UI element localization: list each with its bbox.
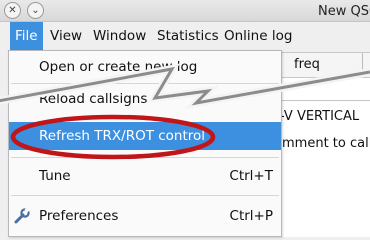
menu-file[interactable]: File: [10, 22, 43, 50]
column-separator[interactable]: [362, 53, 363, 77]
menu-item-shortcut: Ctrl+P: [229, 208, 273, 224]
menu-online-log[interactable]: Online log: [219, 22, 297, 50]
wrench-icon: [14, 208, 30, 224]
table-header: freq: [282, 52, 370, 78]
menu-item-preferences[interactable]: Preferences Ctrl+P: [9, 202, 281, 230]
menu-bar: File View Window Statistics Online log: [0, 22, 370, 50]
menu-item-refresh-trx-rot[interactable]: Refresh TRX/ROT control: [9, 122, 281, 150]
table-cell[interactable]: mment to calls: [282, 136, 370, 151]
window-title: New QSO: [318, 4, 370, 19]
menu-item-shortcut: Ctrl+T: [229, 168, 273, 184]
menu-separator: [11, 195, 279, 196]
menu-separator: [11, 83, 279, 84]
window-titlebar: ✕ ⌄ New QSO: [0, 0, 370, 22]
column-header-freq[interactable]: freq: [294, 57, 320, 72]
menu-view[interactable]: View: [45, 22, 87, 50]
menu-item-reload-callsigns[interactable]: Reload callsigns: [9, 85, 281, 113]
menu-item-open-log[interactable]: Open or create new log: [9, 53, 281, 81]
menu-item-label: Reload callsigns: [39, 91, 148, 107]
file-dropdown-menu: Open or create new log Reload callsigns …: [8, 50, 282, 237]
window-close-button[interactable]: ✕: [4, 2, 21, 19]
window-minimize-button[interactable]: ⌄: [27, 2, 44, 19]
menu-item-tune[interactable]: Tune Ctrl+T: [9, 162, 281, 190]
menu-item-label: Tune: [39, 168, 71, 184]
menu-separator: [11, 157, 279, 158]
menu-statistics[interactable]: Statistics: [152, 22, 224, 50]
menu-item-label: Refresh TRX/ROT control: [39, 128, 206, 144]
menu-window[interactable]: Window: [88, 22, 151, 50]
qso-table: -V VERTICAL mment to calls: [280, 78, 370, 237]
menu-item-label: Open or create new log: [39, 59, 198, 75]
table-cell[interactable]: -V VERTICAL: [280, 109, 359, 124]
menu-item-label: Preferences: [39, 208, 119, 224]
